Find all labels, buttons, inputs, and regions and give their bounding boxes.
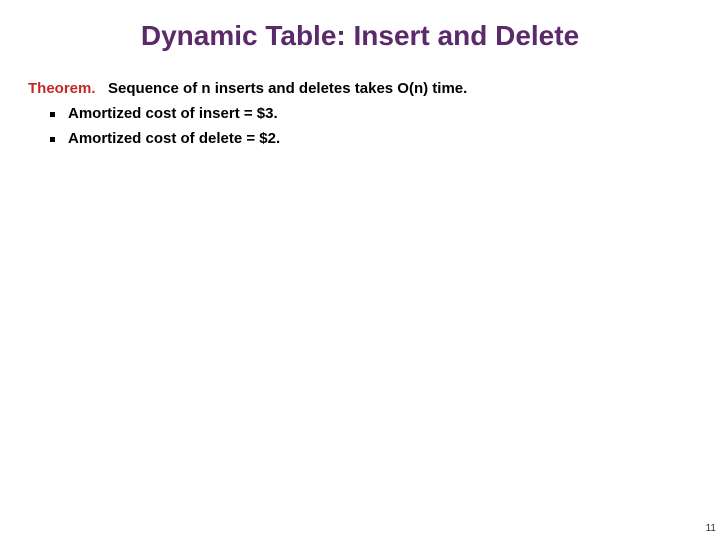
slide-container: Dynamic Table: Insert and Delete Theorem… (0, 0, 720, 540)
bullet-list: Amortized cost of insert = $3. Amortized… (28, 105, 692, 147)
theorem-label: Theorem. (28, 80, 96, 97)
slide-title: Dynamic Table: Insert and Delete (28, 20, 692, 52)
page-number: 11 (706, 523, 716, 534)
theorem-line: Theorem. Sequence of n inserts and delet… (28, 80, 692, 97)
list-item: Amortized cost of insert = $3. (50, 105, 692, 122)
list-item: Amortized cost of delete = $2. (50, 130, 692, 147)
theorem-text: Sequence of n inserts and deletes takes … (108, 80, 467, 97)
